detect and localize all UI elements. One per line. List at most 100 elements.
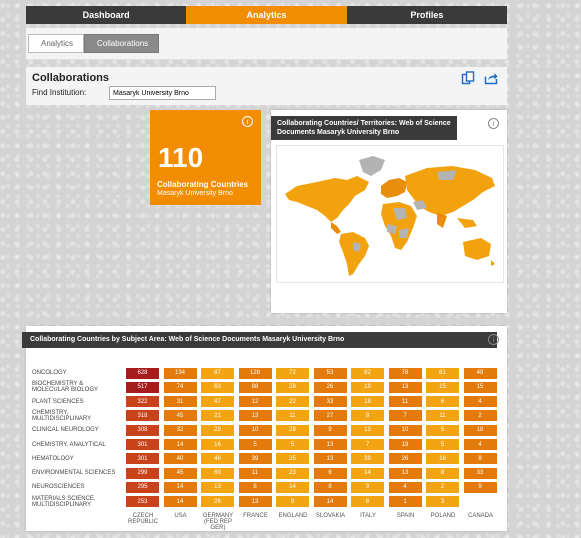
table-cell[interactable]: 78	[388, 367, 422, 379]
table-cell[interactable]: 13	[388, 467, 422, 479]
table-cell[interactable]: 8	[463, 453, 497, 465]
table-cell[interactable]: 10	[388, 424, 422, 436]
table-cell[interactable]: 14	[163, 496, 197, 508]
table-cell[interactable]: 29	[201, 424, 234, 436]
table-cell[interactable]: 1	[388, 496, 422, 508]
table-cell[interactable]: 318	[126, 410, 159, 422]
table-cell[interactable]: 14	[163, 439, 197, 450]
tab-analytics[interactable]: Analytics	[186, 6, 347, 24]
table-cell[interactable]: 88	[238, 381, 272, 393]
table-cell[interactable]: 2	[463, 410, 497, 422]
table-cell[interactable]: 49	[463, 367, 497, 379]
table-cell[interactable]: 9	[351, 481, 384, 493]
table-cell[interactable]: 14	[163, 481, 197, 493]
table-cell[interactable]: 5	[426, 424, 459, 436]
table-cell[interactable]: 4	[388, 481, 422, 493]
table-cell[interactable]: 33	[313, 396, 347, 408]
table-cell[interactable]: 299	[126, 467, 159, 479]
table-cell[interactable]: 18	[351, 396, 384, 408]
table-cell[interactable]: 33	[463, 467, 497, 479]
table-cell[interactable]: 308	[126, 424, 159, 436]
table-cell[interactable]: 14	[351, 467, 384, 479]
table-cell[interactable]: 11	[426, 410, 459, 422]
table-cell[interactable]: 13	[388, 381, 422, 393]
table-cell[interactable]: 31	[163, 396, 197, 408]
breadcrumb-analytics[interactable]: Analytics	[28, 34, 85, 53]
table-cell[interactable]: 11	[238, 467, 272, 479]
table-cell[interactable]: 40	[163, 453, 197, 465]
table-cell[interactable]: 8	[426, 467, 459, 479]
table-cell[interactable]: 13	[201, 481, 234, 493]
table-cell[interactable]: 27	[313, 410, 347, 422]
table-cell[interactable]: 9	[313, 424, 347, 436]
table-cell[interactable]: 28	[276, 381, 309, 393]
table-cell[interactable]: 6	[426, 396, 459, 408]
table-cell[interactable]: 301	[126, 453, 159, 465]
table-cell[interactable]: 9	[463, 481, 497, 493]
table-cell[interactable]: 26	[313, 381, 347, 393]
table-cell[interactable]: 10	[238, 424, 272, 436]
world-map[interactable]	[276, 145, 504, 283]
table-cell[interactable]: 301	[126, 439, 159, 450]
table-cell[interactable]: 82	[351, 367, 384, 379]
table-cell[interactable]: 23	[276, 467, 309, 479]
table-cell[interactable]: 3	[426, 496, 459, 508]
table-cell[interactable]: 8	[351, 496, 384, 508]
tab-dashboard[interactable]: Dashboard	[26, 6, 186, 24]
table-cell[interactable]: 5	[276, 439, 309, 450]
table-cell[interactable]: 13	[238, 496, 272, 508]
table-cell[interactable]: 7	[388, 410, 422, 422]
table-cell[interactable]: 134	[163, 367, 197, 379]
table-cell[interactable]: 26	[388, 453, 422, 465]
table-cell[interactable]: 21	[201, 410, 234, 422]
table-cell[interactable]: 39	[238, 453, 272, 465]
table-cell[interactable]: 295	[126, 481, 159, 493]
copy-icon[interactable]	[461, 71, 475, 85]
table-cell[interactable]: 72	[276, 367, 309, 379]
table-cell[interactable]: 628	[126, 367, 159, 379]
table-cell[interactable]: 15	[463, 381, 497, 393]
table-cell[interactable]: 63	[201, 381, 234, 393]
table-cell[interactable]: 11	[276, 410, 309, 422]
table-cell[interactable]: 9	[276, 496, 309, 508]
find-institution-input[interactable]	[109, 86, 216, 100]
table-cell[interactable]: 8	[238, 481, 272, 493]
table-cell[interactable]: 6	[313, 467, 347, 479]
table-cell[interactable]: 22	[276, 396, 309, 408]
table-cell[interactable]: 28	[276, 424, 309, 436]
table-cell[interactable]: 87	[201, 367, 234, 379]
table-cell[interactable]: 128	[238, 367, 272, 379]
table-cell[interactable]: 2	[426, 481, 459, 493]
table-cell[interactable]: 13	[351, 424, 384, 436]
table-cell[interactable]: 18	[463, 424, 497, 436]
table-cell[interactable]: 16	[426, 453, 459, 465]
table-cell[interactable]: 45	[163, 467, 197, 479]
table-cell[interactable]: 8	[351, 410, 384, 422]
table-cell[interactable]: 4	[463, 439, 497, 450]
table-cell[interactable]: 53	[313, 367, 347, 379]
table-cell[interactable]: 19	[388, 439, 422, 450]
table-cell[interactable]: 13	[238, 410, 272, 422]
table-cell[interactable]: 14	[313, 496, 347, 508]
table-cell[interactable]: 4	[463, 396, 497, 408]
table-cell[interactable]: 7	[351, 439, 384, 450]
table-cell[interactable]: 5	[426, 439, 459, 450]
table-cell[interactable]: 32	[163, 424, 197, 436]
info-icon[interactable]: i	[488, 118, 499, 129]
info-icon[interactable]: i	[242, 116, 253, 127]
table-cell[interactable]: 13	[313, 453, 347, 465]
table-cell[interactable]: 517	[126, 381, 159, 393]
table-cell[interactable]: 39	[351, 453, 384, 465]
export-icon[interactable]	[484, 71, 498, 85]
table-cell[interactable]: 322	[126, 396, 159, 408]
table-cell[interactable]: 16	[201, 439, 234, 450]
info-icon[interactable]: i	[488, 334, 499, 345]
table-cell[interactable]: 69	[201, 467, 234, 479]
table-cell[interactable]: 253	[126, 496, 159, 508]
table-cell[interactable]: 5	[238, 439, 272, 450]
table-cell[interactable]: 45	[163, 410, 197, 422]
table-cell[interactable]: 19	[351, 381, 384, 393]
table-cell[interactable]: 46	[201, 453, 234, 465]
table-cell[interactable]: 14	[276, 481, 309, 493]
tab-profiles[interactable]: Profiles	[347, 6, 507, 24]
